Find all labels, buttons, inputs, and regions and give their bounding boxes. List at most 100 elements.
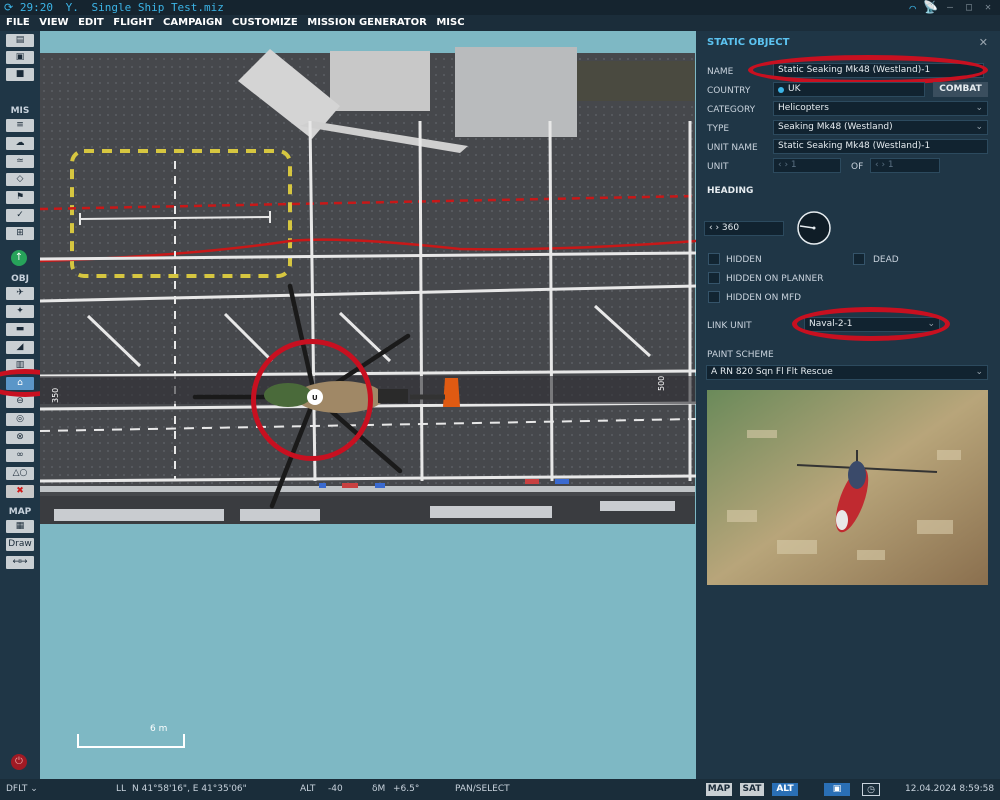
magvar-label: δM — [372, 784, 386, 794]
of-label: OF — [851, 162, 864, 172]
deck-mark-350: 350 — [51, 388, 60, 403]
check-icon[interactable]: ✓ — [6, 209, 34, 222]
country-select[interactable]: UK — [773, 82, 925, 97]
link-unit-highlight-ring — [792, 307, 950, 341]
paint-scheme-value: A RN 820 Sqn Fl Flt Rescue — [711, 367, 833, 377]
section-map-label: MAP — [8, 507, 32, 517]
delete-icon[interactable]: ✖ — [6, 485, 34, 498]
status-bar: DFLT ⌄ LL N 41°58'16", E 41°35'06" ALT -… — [0, 779, 1000, 800]
of-stepper[interactable]: ‹ › 1 — [870, 158, 940, 173]
menu-view[interactable]: VIEW — [39, 17, 68, 28]
name-highlight-ring — [748, 55, 988, 85]
stepper-arrows-icon: ‹ › — [778, 160, 791, 170]
paint-scheme-label: PAINT SCHEME — [707, 350, 774, 360]
unit-value: 1 — [790, 160, 797, 170]
ruler-icon[interactable]: ↤↦ — [6, 556, 34, 569]
menu-customize[interactable]: CUSTOMIZE — [232, 17, 298, 28]
add-helicopter-icon[interactable]: ✦ — [6, 305, 34, 318]
hidden-on-mfd-label: HIDDEN ON MFD — [726, 293, 802, 303]
deck-mark-500: 500 — [657, 376, 666, 391]
chevron-down-icon: ⌄ — [975, 103, 983, 113]
country-dot-icon — [778, 87, 784, 93]
unit-name-field[interactable]: Static Seaking Mk48 (Westland)-1 — [773, 139, 988, 154]
island-structure — [455, 47, 577, 137]
link-unit-label: LINK UNIT — [707, 321, 752, 331]
heading-value: 360 — [721, 223, 740, 233]
draw-button[interactable]: Draw — [6, 538, 34, 551]
alt-label: ALT — [300, 784, 316, 794]
heading-dial[interactable] — [795, 209, 833, 247]
hidden-on-planner-checkbox[interactable] — [708, 272, 720, 284]
dead-label: DEAD — [873, 255, 899, 265]
paint-scheme-select[interactable]: A RN 820 Sqn Fl Flt Rescue ⌄ — [706, 365, 988, 380]
save-file-icon[interactable]: ■ — [6, 68, 34, 81]
close-window-icon[interactable]: ✕ — [982, 2, 994, 13]
menu-edit[interactable]: EDIT — [78, 17, 104, 28]
menu-campaign[interactable]: CAMPAIGN — [163, 17, 222, 28]
new-file-icon[interactable]: ▤ — [6, 34, 34, 47]
left-toolbar: ▤ ▣ ■ MIS ≡ ☁ ≃ ◇ ⚑ ✓ ⊞ ↑ OBJ ✈ ✦ ▬ ◢ ▥ … — [0, 31, 40, 779]
exit-icon[interactable]: ⏻ — [11, 754, 27, 770]
fly-mission-icon[interactable]: ↑ — [11, 250, 27, 266]
minimize-icon[interactable]: – — [944, 2, 956, 13]
add-aircraft-icon[interactable]: ✈ — [6, 287, 34, 300]
section-mis-label: MIS — [10, 106, 30, 116]
paint-scheme-preview — [707, 390, 988, 585]
ll-label: LL — [116, 784, 127, 794]
of-value: 1 — [887, 160, 894, 170]
target-icon[interactable]: ⊗ — [6, 431, 34, 444]
sat-mode-button[interactable]: SAT — [740, 783, 764, 796]
add-vehicle-icon[interactable]: ▬ — [6, 323, 34, 336]
mission-filename: Single Ship Test.miz — [91, 1, 224, 14]
type-label: TYPE — [707, 124, 730, 134]
time-icon[interactable]: ◷ — [862, 783, 880, 796]
deck-structure — [330, 51, 430, 111]
panel-close-icon[interactable]: ✕ — [979, 36, 988, 49]
options-icon[interactable]: ⊞ — [6, 227, 34, 240]
briefing-icon[interactable]: ≡ — [6, 119, 34, 132]
triggers-icon[interactable]: ◇ — [6, 173, 34, 186]
hidden-on-mfd-checkbox[interactable] — [708, 291, 720, 303]
dflt-label: DFLT — [6, 784, 28, 794]
goals-icon[interactable]: ⚑ — [6, 191, 34, 204]
menu-flight[interactable]: FLIGHT — [113, 17, 153, 28]
add-ship-icon[interactable]: ◢ — [6, 341, 34, 354]
map-options-icon[interactable]: ▦ — [6, 520, 34, 533]
heading-stepper[interactable]: ‹ › 360 — [704, 221, 784, 236]
unit-stepper[interactable]: ‹ › 1 — [773, 158, 841, 173]
menu-file[interactable]: FILE — [6, 17, 30, 28]
layers-icon[interactable]: ▣ — [824, 783, 850, 796]
shapes-icon[interactable]: △○ — [6, 467, 34, 480]
network-icon: ◠ — [909, 2, 916, 15]
route-icon[interactable]: ≃ — [6, 155, 34, 168]
zone-icon[interactable]: ◎ — [6, 413, 34, 426]
mission-prefix: Y. — [65, 1, 79, 14]
alt-mode-button[interactable]: ALT — [772, 783, 798, 796]
category-value: Helicopters — [778, 103, 829, 113]
maximize-icon[interactable]: □ — [963, 2, 975, 13]
map-mode-button[interactable]: MAP — [706, 783, 732, 796]
section-obj-label: OBJ — [11, 274, 29, 284]
country-value: UK — [788, 84, 801, 94]
stepper-arrows-icon: ‹ › — [709, 223, 722, 233]
scale-label: 6 m — [150, 724, 167, 734]
dflt-dropdown[interactable]: DFLT ⌄ — [6, 779, 38, 800]
open-file-icon[interactable]: ▣ — [6, 51, 34, 64]
unit-label: UNIT — [707, 162, 729, 172]
type-select[interactable]: Seaking Mk48 (Westland) ⌄ — [773, 120, 988, 135]
dead-checkbox[interactable] — [853, 253, 865, 265]
nav-point-icon[interactable]: ⊖ — [6, 395, 34, 408]
unit-name-label: UNIT NAME — [707, 143, 758, 153]
menu-misc[interactable]: MISC — [436, 17, 464, 28]
clock-icon: ⟳ — [4, 1, 14, 14]
chevron-down-icon: ⌄ — [30, 784, 38, 794]
template-icon[interactable]: ∞ — [6, 449, 34, 462]
map-view[interactable]: 350 500 U 6 m — [40, 31, 696, 779]
combat-button[interactable]: COMBAT — [933, 82, 988, 97]
coordinates-readout: N 41°58'16", E 41°35'06" — [132, 784, 247, 794]
mission-clock: 29:20 — [19, 1, 53, 14]
category-select[interactable]: Helicopters ⌄ — [773, 101, 988, 116]
hidden-checkbox[interactable] — [708, 253, 720, 265]
menu-mission-generator[interactable]: MISSION GENERATOR — [307, 17, 427, 28]
weather-icon[interactable]: ☁ — [6, 137, 34, 150]
